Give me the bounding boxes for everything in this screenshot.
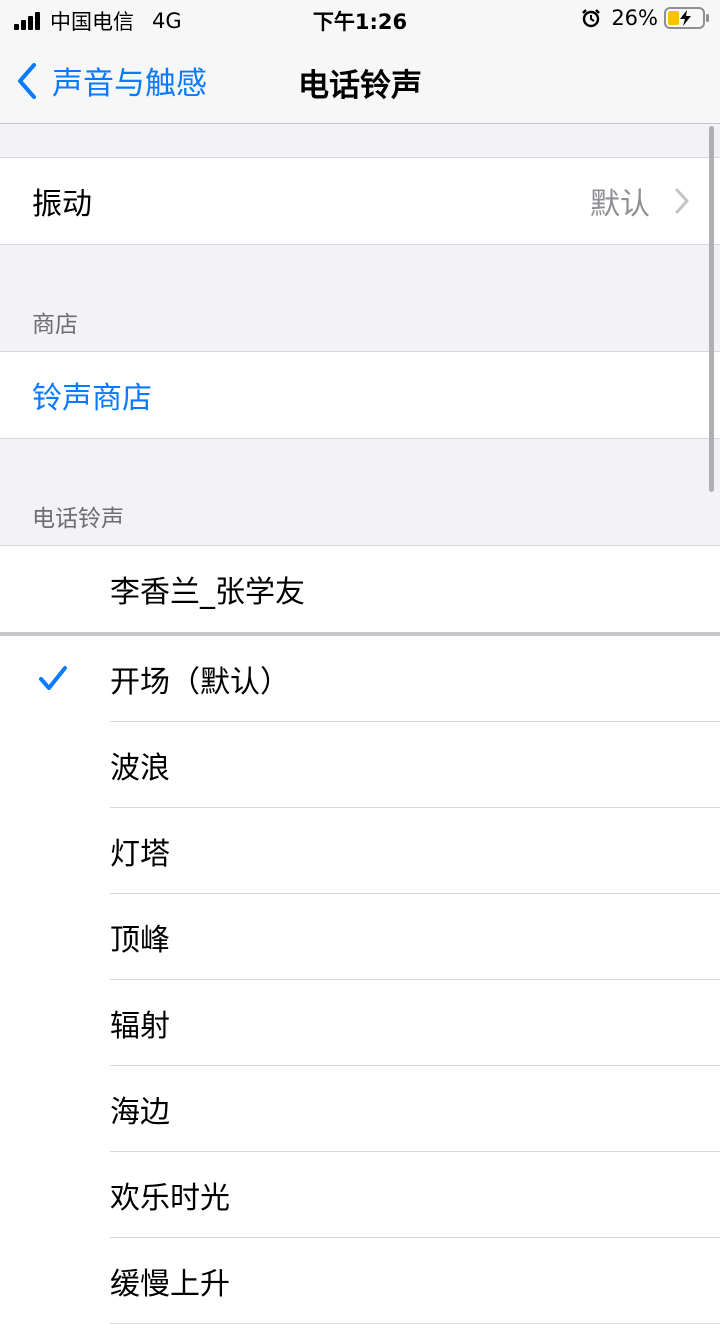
- scrollbar[interactable]: [709, 126, 714, 492]
- page-title: 电话铃声: [298, 68, 422, 104]
- ringtone-label: 海边: [110, 1095, 170, 1130]
- ringtone-row[interactable]: 海边: [0, 1066, 720, 1152]
- battery-percent: 26%: [611, 6, 658, 30]
- checkmark-icon: [39, 666, 67, 690]
- ringtone-label: 波浪: [110, 751, 170, 786]
- ringtones-group: 李香兰_张学友 开场（默认） 波浪灯塔顶峰辐射海边欢乐时光缓慢上升: [0, 545, 720, 1324]
- ringtone-row[interactable]: 开场（默认）: [0, 636, 720, 722]
- status-bar: 中国电信 4G 下午1:26 26%: [0, 0, 720, 40]
- chevron-right-icon: [675, 188, 689, 214]
- ringtone-row[interactable]: 顶峰: [0, 894, 720, 980]
- ringtone-row[interactable]: 缓慢上升: [0, 1238, 720, 1324]
- ringtone-list: 开场（默认） 波浪灯塔顶峰辐射海边欢乐时光缓慢上升: [0, 636, 720, 1324]
- ringtone-store-label: 铃声商店: [32, 381, 152, 416]
- status-right: 26%: [581, 6, 710, 30]
- vibration-group: 振动 默认: [0, 157, 720, 245]
- ringtone-row[interactable]: 灯塔: [0, 808, 720, 894]
- store-section-header: 商店: [32, 312, 78, 338]
- store-group: 铃声商店: [0, 351, 720, 439]
- vibration-value: 默认: [590, 187, 650, 222]
- nav-bar: 声音与触感 电话铃声: [0, 40, 720, 124]
- ringtone-store-link[interactable]: 铃声商店: [0, 352, 720, 438]
- vibration-label: 振动: [32, 187, 92, 222]
- ringtone-label: 欢乐时光: [110, 1181, 230, 1216]
- ringtone-row[interactable]: 波浪: [0, 722, 720, 808]
- ringtone-label: 缓慢上升: [110, 1267, 230, 1302]
- ringtone-label: 辐射: [110, 1009, 170, 1044]
- ringtone-label: 顶峰: [110, 923, 170, 958]
- ringtone-label: 灯塔: [110, 837, 170, 872]
- ringtone-row[interactable]: 欢乐时光: [0, 1152, 720, 1238]
- custom-ringtone-label: 李香兰_张学友: [110, 575, 305, 610]
- content: 振动 默认 商店 铃声商店 电话铃声 李香兰_张学友 开场（默认） 波浪灯塔顶峰辐…: [0, 124, 720, 1324]
- ringtone-label: 开场（默认）: [110, 665, 290, 700]
- ringtones-section-header: 电话铃声: [32, 506, 124, 532]
- vibration-row[interactable]: 振动 默认: [0, 158, 720, 244]
- alarm-icon: [582, 9, 601, 28]
- battery-charging-icon: [664, 7, 709, 29]
- ringtone-row[interactable]: 辐射: [0, 980, 720, 1066]
- custom-ringtone-row[interactable]: 李香兰_张学友: [0, 546, 720, 632]
